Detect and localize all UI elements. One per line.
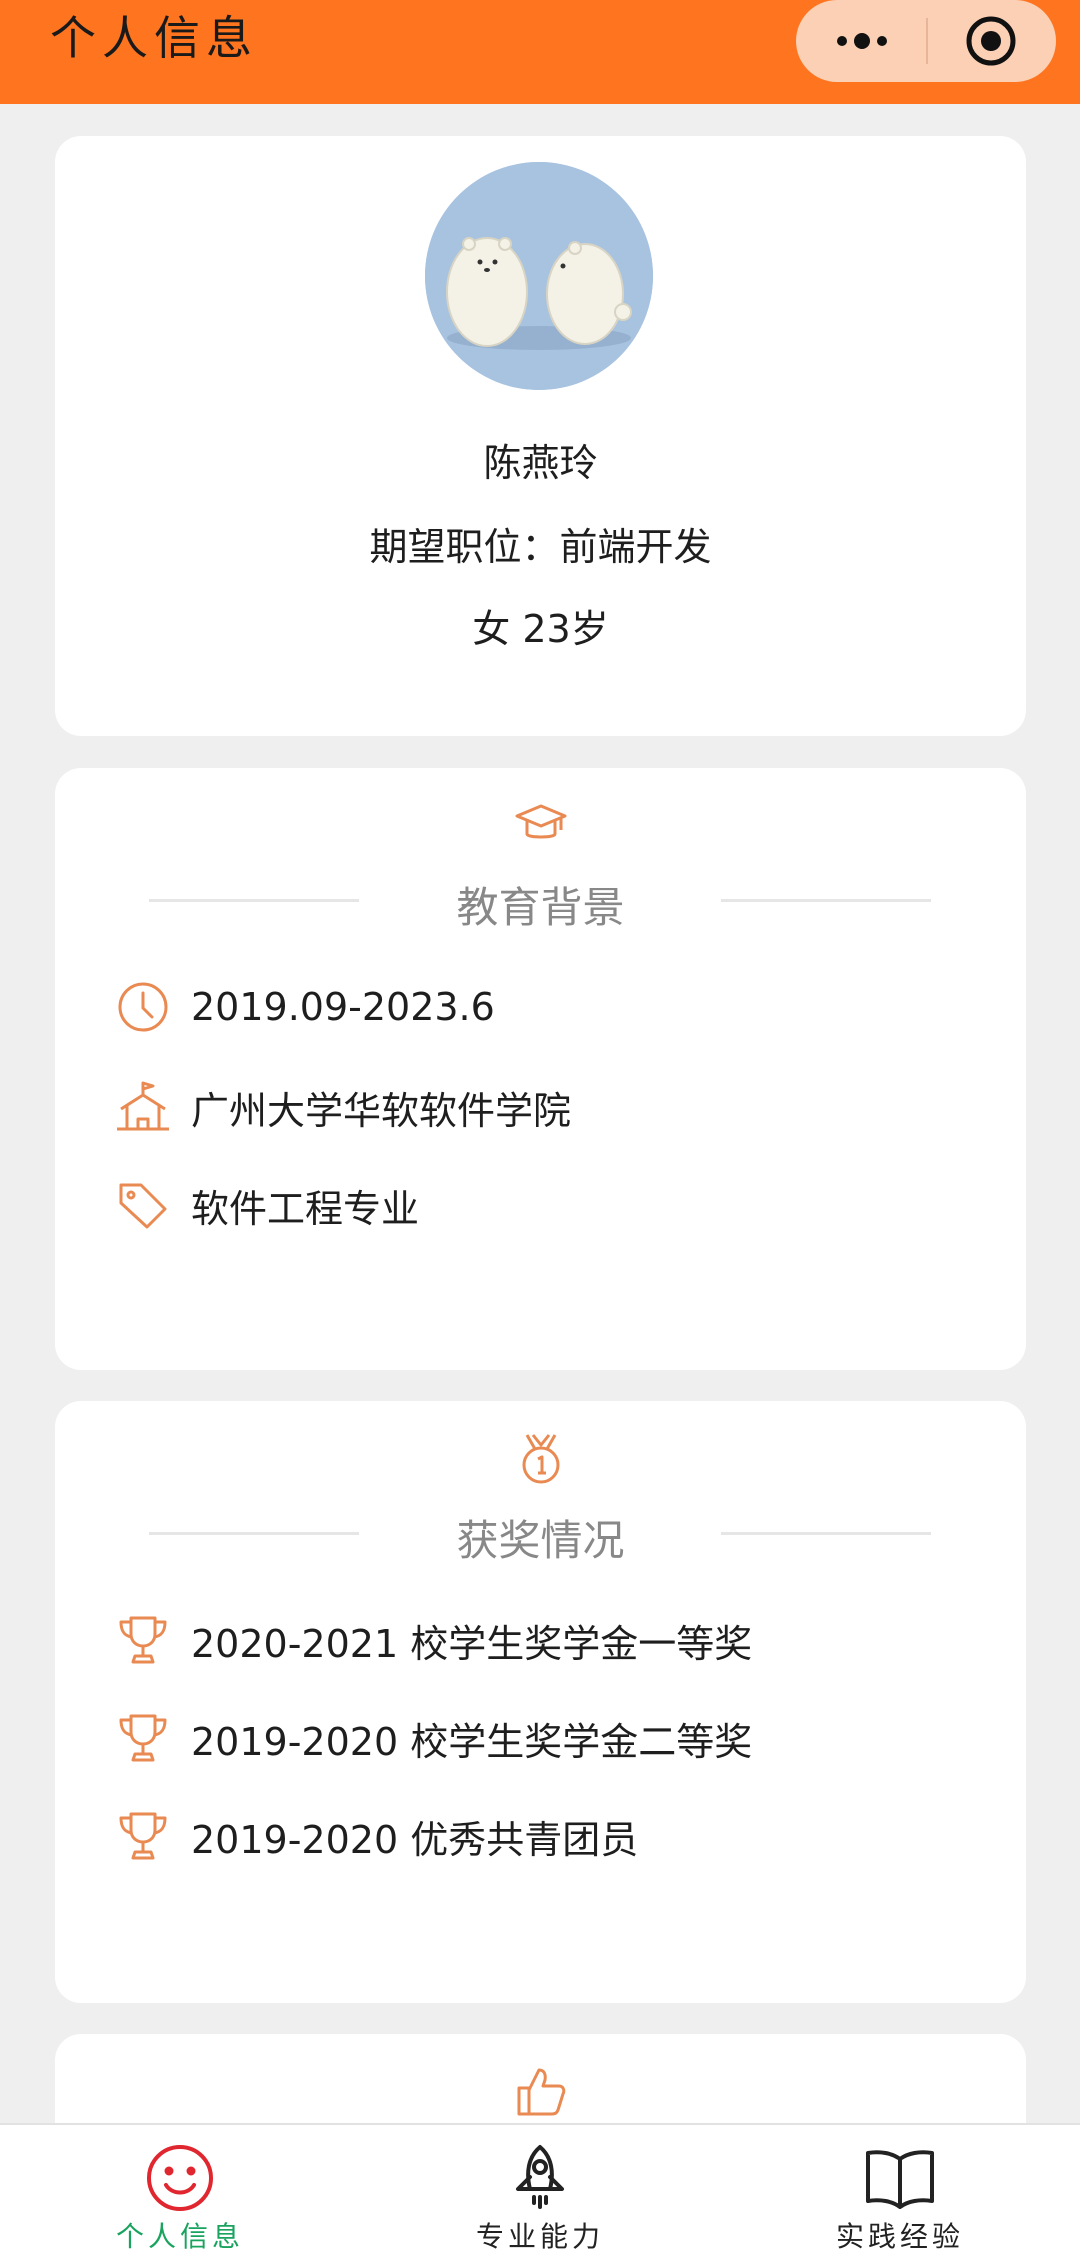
page-title: 个人信息 [50, 11, 258, 65]
expected-position: 期望职位：前端开发 [369, 525, 712, 569]
profile-card: 陈燕玲 期望职位：前端开发 女 23岁 [55, 136, 1026, 736]
trophy-icon [119, 1616, 167, 1664]
section-title: 获奖情况 [456, 1516, 625, 1565]
education-period: 2019.09-2023.6 [191, 985, 495, 1029]
tab-label: 专业能力 [475, 2220, 604, 2253]
tab-professional-skills[interactable]: 专业能力 [360, 2125, 720, 2262]
award-text: 2020-2021 校学生奖学金一等奖 [191, 1621, 753, 1666]
award-item: 2019-2020 优秀共青团员 [115, 1801, 638, 1871]
education-item: 广州大学华软软件学院 [115, 1072, 571, 1142]
rocket-icon [516, 2145, 564, 2209]
tag-icon [119, 1183, 167, 1229]
smile-icon [147, 2145, 213, 2211]
gender-age: 女 23岁 [472, 607, 609, 651]
avatar [425, 162, 653, 390]
section-title: 教育背景 [456, 883, 625, 932]
education-card: 教育背景 2019.09-2023.6 广州大学华软软件学院 软件工程专业 [55, 768, 1026, 1370]
title-rule-right [721, 1532, 931, 1535]
tab-personal-info[interactable]: 个人信息 [0, 2125, 360, 2262]
school-name: 广州大学华软软件学院 [191, 1088, 572, 1133]
bottom-tab-bar: 个人信息 专业能力 实践经验 [0, 2123, 1080, 2262]
award-text: 2019-2020 优秀共青团员 [191, 1817, 639, 1862]
trophy-icon [119, 1812, 167, 1860]
more-icon[interactable] [832, 26, 892, 56]
award-item: 2019-2020 校学生奖学金二等奖 [115, 1703, 752, 1773]
graduation-cap-icon [515, 804, 567, 839]
award-text: 2019-2020 校学生奖学金二等奖 [191, 1719, 753, 1764]
trophy-icon [119, 1714, 167, 1762]
education-item: 软件工程专业 [115, 1170, 419, 1240]
profile-name: 陈燕玲 [483, 441, 598, 485]
book-icon [866, 2150, 934, 2209]
award-item: 2020-2021 校学生奖学金一等奖 [115, 1605, 752, 1675]
awards-card: 获奖情况 2020-2021 校学生奖学金一等奖 2019-2020 校学生奖学… [55, 1401, 1026, 2003]
title-rule-right [721, 899, 931, 902]
mini-program-capsule [796, 0, 1056, 82]
top-navigation-bar: 个人信息 [0, 0, 1080, 104]
tab-practical-experience[interactable]: 实践经验 [720, 2125, 1080, 2262]
medal-icon [522, 1434, 560, 1484]
education-item: 2019.09-2023.6 [115, 972, 495, 1042]
major-name: 软件工程专业 [191, 1186, 420, 1231]
clock-icon [118, 982, 168, 1032]
close-target-icon[interactable] [964, 14, 1018, 68]
thumbs-up-icon [517, 2068, 566, 2116]
school-icon [117, 1081, 169, 1131]
tab-label: 个人信息 [115, 2220, 244, 2253]
capsule-divider [926, 18, 928, 64]
tab-label: 实践经验 [835, 2220, 964, 2253]
